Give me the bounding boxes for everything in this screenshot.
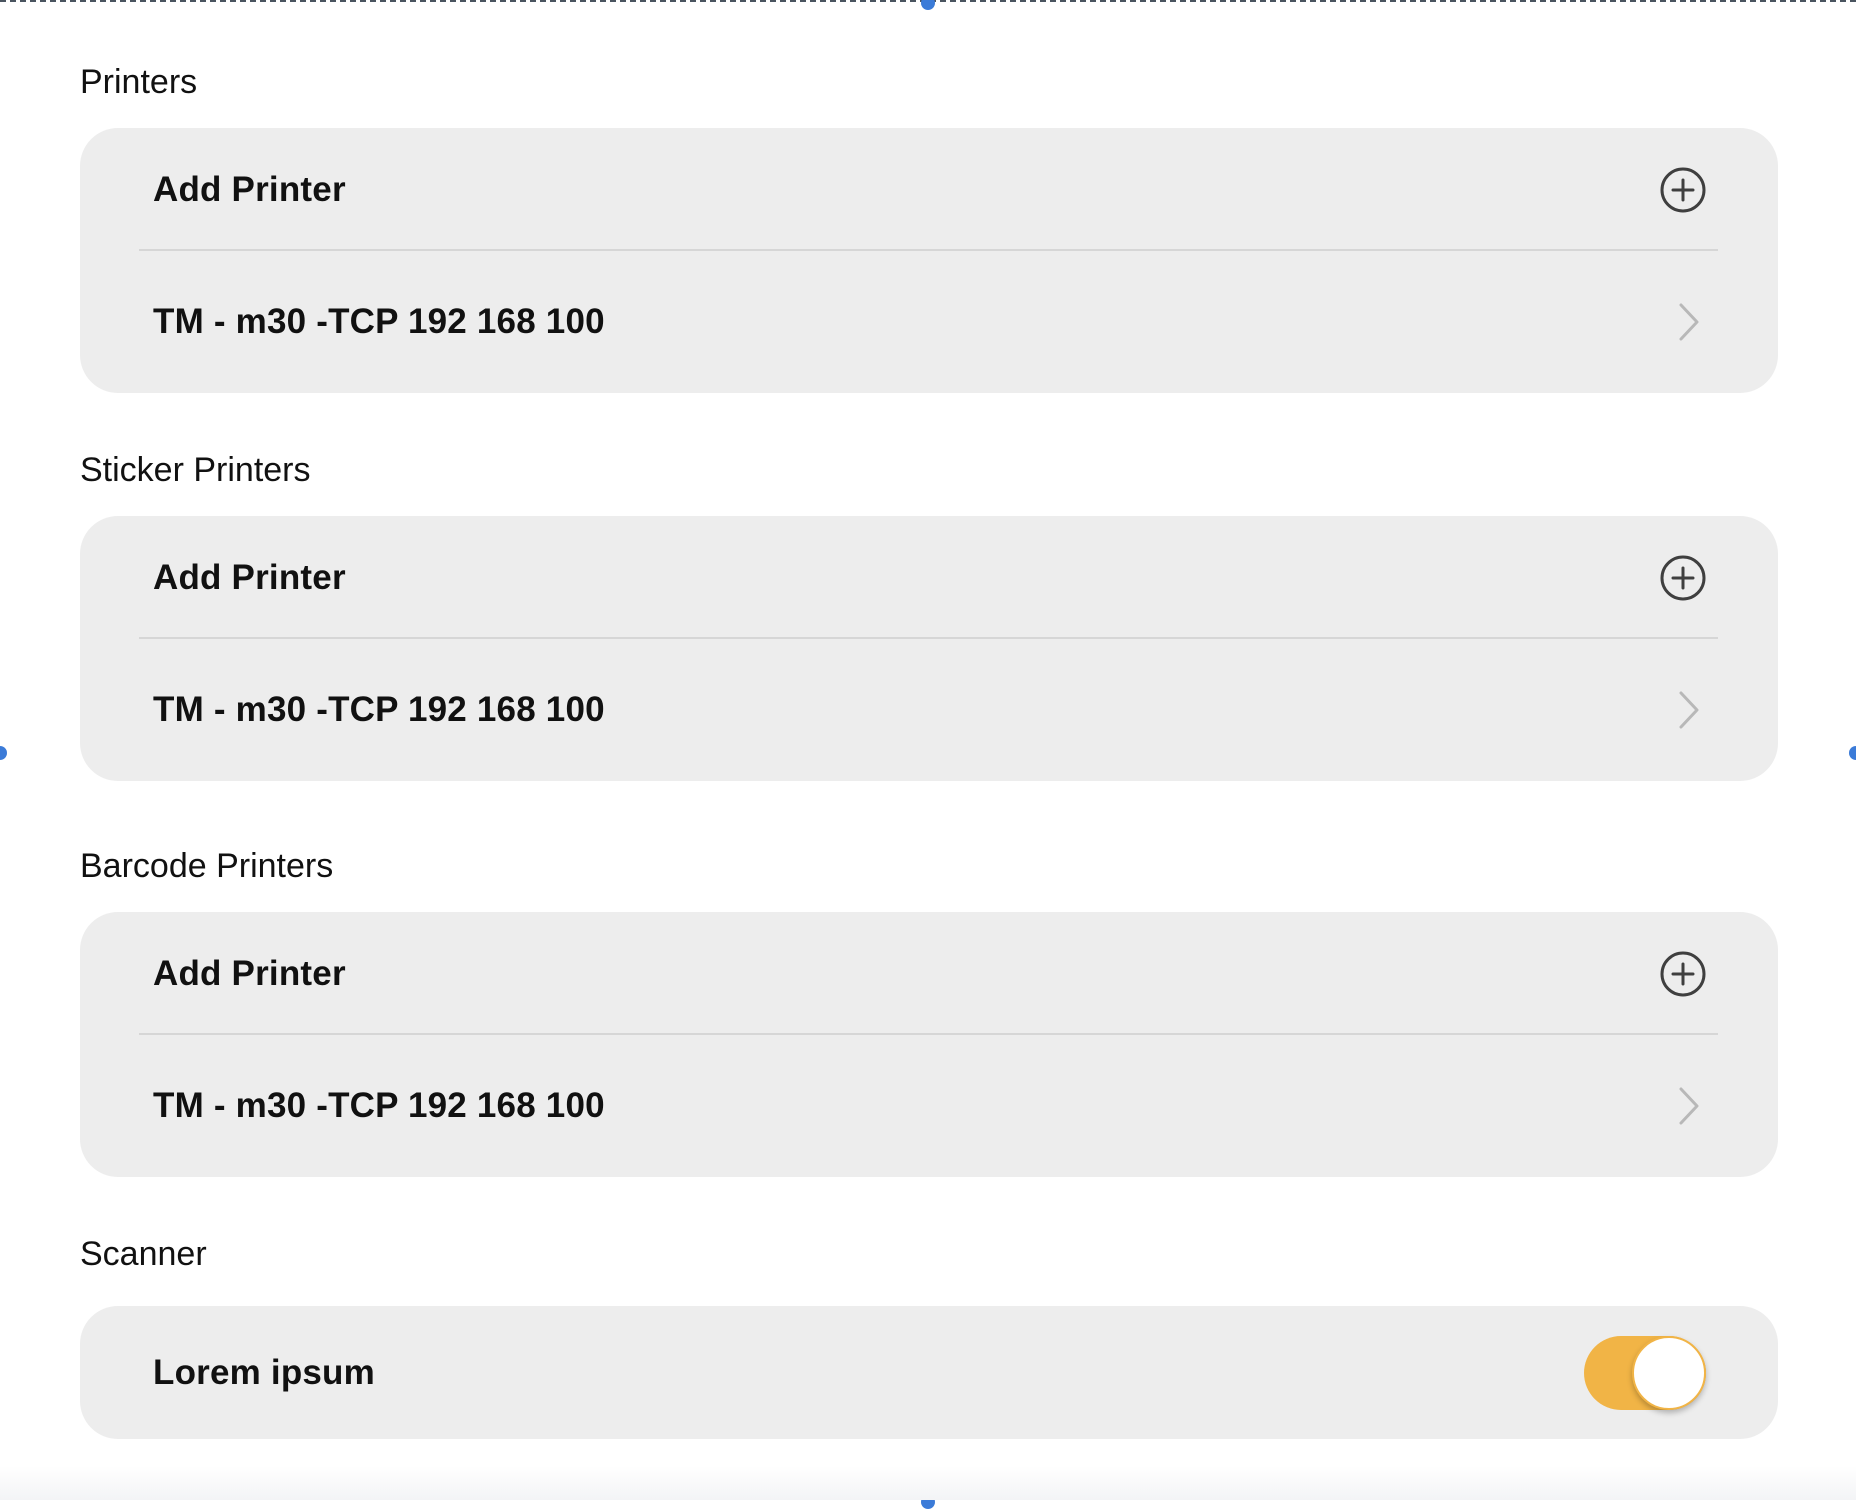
scanner-card: Lorem ipsum (80, 1306, 1778, 1439)
barcode-printer-device-row[interactable]: TM - m30 -TCP 192 168 100 (80, 1035, 1778, 1177)
sticker-printers-card: Add Printer TM - m30 -TCP 192 168 100 (80, 516, 1778, 781)
section-title-barcode-printers: Barcode Printers (80, 847, 334, 885)
scanner-toggle[interactable] (1584, 1335, 1706, 1410)
barcode-printers-card: Add Printer TM - m30 -TCP 192 168 100 (80, 912, 1778, 1177)
plus-circle-icon[interactable] (1660, 555, 1706, 601)
bottom-fade (0, 1466, 1856, 1500)
toggle-knob (1632, 1335, 1706, 1410)
printer-device-row[interactable]: TM - m30 -TCP 192 168 100 (80, 251, 1778, 393)
chevron-right-icon (1679, 1087, 1699, 1125)
add-printer-label: Add Printer (153, 557, 346, 597)
sticker-printers-section: Sticker Printers Add Printer TM - m30 -T… (80, 450, 1778, 781)
section-title-printers: Printers (80, 63, 198, 101)
add-printer-label: Add Printer (153, 953, 346, 993)
resize-handle-left[interactable] (0, 746, 7, 760)
printer-device-label: TM - m30 -TCP 192 168 100 (153, 1086, 605, 1125)
printer-device-label: TM - m30 -TCP 192 168 100 (153, 302, 605, 341)
add-barcode-printer-row[interactable]: Add Printer (80, 912, 1778, 1035)
add-printer-row[interactable]: Add Printer (80, 128, 1778, 251)
add-printer-label: Add Printer (153, 169, 346, 209)
chevron-right-icon (1679, 303, 1699, 341)
barcode-printers-section: Barcode Printers Add Printer TM - m30 -T… (80, 846, 1778, 1177)
scanner-option-label: Lorem ipsum (153, 1352, 375, 1392)
printer-device-label: TM - m30 -TCP 192 168 100 (153, 690, 605, 729)
section-title-sticker-printers: Sticker Printers (80, 451, 311, 489)
add-sticker-printer-row[interactable]: Add Printer (80, 516, 1778, 639)
resize-handle-top[interactable] (921, 0, 935, 10)
chevron-right-icon (1679, 691, 1699, 729)
printers-section: Printers Add Printer TM - m30 -TCP 192 1… (80, 62, 1778, 393)
resize-handle-right[interactable] (1849, 746, 1856, 760)
scanner-section: Scanner Lorem ipsum (80, 1234, 1778, 1439)
plus-circle-icon[interactable] (1660, 167, 1706, 213)
plus-circle-icon[interactable] (1660, 951, 1706, 997)
printers-card: Add Printer TM - m30 -TCP 192 168 100 (80, 128, 1778, 393)
section-title-scanner: Scanner (80, 1235, 207, 1273)
sticker-printer-device-row[interactable]: TM - m30 -TCP 192 168 100 (80, 639, 1778, 781)
